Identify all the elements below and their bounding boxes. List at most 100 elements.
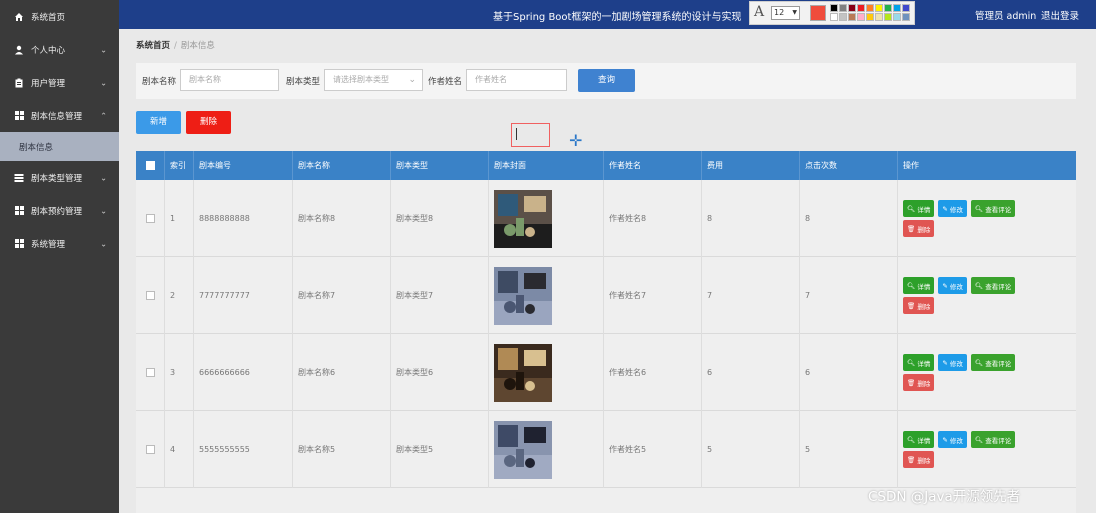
edit-button[interactable]: ✎ 修改 bbox=[938, 354, 967, 371]
remove-button[interactable]: 🗑︎ 删除 bbox=[903, 451, 935, 468]
color-swatch[interactable] bbox=[857, 4, 865, 12]
chevron-down-icon: ⌄ bbox=[100, 45, 107, 54]
detail-button-label: 详情 bbox=[917, 282, 931, 291]
view-reviews-button[interactable]: 🔍︎ 查看评论 bbox=[970, 200, 1016, 217]
detail-button[interactable]: 🔍︎ 详情 bbox=[903, 277, 935, 294]
sidebar-item-system-management[interactable]: 系统管理 ⌄ bbox=[0, 227, 119, 260]
color-swatch[interactable] bbox=[857, 13, 865, 21]
list-icon bbox=[14, 173, 24, 183]
sidebar-item-label: 用户管理 bbox=[31, 78, 66, 89]
script-cover-image[interactable] bbox=[494, 420, 552, 479]
script-type-select[interactable]: 请选择剧本类型 ⌄ bbox=[324, 69, 423, 91]
query-button[interactable]: 查询 bbox=[578, 69, 635, 92]
column-header[interactable]: 点击次数 bbox=[800, 151, 898, 180]
author-name-cell: 作者姓名7 bbox=[604, 257, 702, 334]
sidebar-item-personal-center[interactable]: 个人中心 ⌄ bbox=[0, 33, 119, 66]
script-cover-image[interactable] bbox=[494, 343, 552, 402]
script-cover-cell bbox=[489, 180, 604, 257]
row-checkbox[interactable] bbox=[145, 445, 155, 454]
font-size-select[interactable]: 12 ▼ bbox=[771, 6, 800, 20]
detail-button[interactable]: 🔍︎ 详情 bbox=[903, 431, 935, 448]
add-button[interactable]: 新增 bbox=[136, 111, 181, 134]
author-name-cell: 作者姓名5 bbox=[604, 411, 702, 488]
color-swatch[interactable] bbox=[830, 13, 838, 21]
color-swatch[interactable] bbox=[893, 13, 901, 21]
breadcrumb-home[interactable]: 系统首页 bbox=[136, 41, 170, 51]
row-checkbox[interactable] bbox=[145, 291, 155, 300]
trash-icon: 🗑︎ bbox=[907, 378, 916, 387]
column-header[interactable]: 剧本名称 bbox=[293, 151, 391, 180]
current-color-swatch[interactable] bbox=[810, 5, 826, 21]
color-swatch[interactable] bbox=[839, 13, 847, 21]
remove-button[interactable]: 🗑︎ 删除 bbox=[903, 297, 935, 314]
script-name-label: 剧本名称 bbox=[142, 77, 177, 87]
script-type-cell: 剧本类型6 bbox=[391, 334, 489, 411]
column-header[interactable]: 剧本封面 bbox=[489, 151, 604, 180]
sidebar: 系统首页 个人中心 ⌄ 用户管理 ⌄ 剧本信息管理 ⌃ 剧本信息 剧本类型管理 … bbox=[0, 0, 119, 513]
crosshair-cursor-icon: ✛ bbox=[569, 131, 583, 150]
color-swatch[interactable] bbox=[875, 13, 883, 21]
color-swatch[interactable] bbox=[848, 4, 856, 12]
detail-button[interactable]: 🔍︎ 详情 bbox=[903, 354, 935, 371]
color-swatch[interactable] bbox=[902, 13, 910, 21]
color-swatch[interactable] bbox=[866, 13, 874, 21]
column-header[interactable]: 索引 bbox=[165, 151, 194, 180]
view-reviews-button[interactable]: 🔍︎ 查看评论 bbox=[970, 277, 1016, 294]
sidebar-item-user-management[interactable]: 用户管理 ⌄ bbox=[0, 66, 119, 99]
row-select-cell bbox=[136, 180, 165, 257]
color-swatch[interactable] bbox=[830, 4, 838, 12]
detail-button[interactable]: 🔍︎ 详情 bbox=[903, 200, 935, 217]
view-reviews-button[interactable]: 🔍︎ 查看评论 bbox=[970, 431, 1016, 448]
view-reviews-button[interactable]: 🔍︎ 查看评论 bbox=[970, 354, 1016, 371]
script-name-cell: 剧本名称8 bbox=[293, 180, 391, 257]
sidebar-item-label: 个人中心 bbox=[31, 45, 66, 56]
color-swatch[interactable] bbox=[866, 4, 874, 12]
annotation-text-box[interactable] bbox=[511, 123, 550, 147]
current-user-label: 管理员 admin bbox=[975, 11, 1037, 22]
color-swatch[interactable] bbox=[893, 4, 901, 12]
detail-button-label: 详情 bbox=[917, 359, 931, 368]
search-bar: 剧本名称 剧本名称 剧本类型 请选择剧本类型 ⌄ 作者姓名 作者姓名 查询 bbox=[136, 63, 1076, 99]
script-name-input[interactable]: 剧本名称 bbox=[180, 69, 279, 91]
script-code-cell: 6666666666 bbox=[194, 334, 293, 411]
fee-cell: 8 bbox=[702, 180, 800, 257]
author-name-input[interactable]: 作者姓名 bbox=[466, 69, 567, 91]
table-body: 1 8888888888 剧本名称8 剧本类型8 作者姓名8 8 8 🔍︎ 详情 ✎ 修改 🔍︎ … bbox=[136, 180, 1076, 513]
row-checkbox[interactable] bbox=[145, 368, 155, 377]
color-palette bbox=[830, 4, 910, 21]
script-cover-image[interactable] bbox=[494, 189, 552, 248]
script-type-cell: 剧本类型8 bbox=[391, 180, 489, 257]
column-header[interactable]: 剧本编号 bbox=[194, 151, 293, 180]
sidebar-subitem-script-info[interactable]: 剧本信息 bbox=[0, 132, 119, 161]
logout-link[interactable]: 退出登录 bbox=[1041, 8, 1079, 22]
color-swatch[interactable] bbox=[848, 13, 856, 21]
sidebar-item-script-type-management[interactable]: 剧本类型管理 ⌄ bbox=[0, 161, 119, 194]
row-checkbox[interactable] bbox=[145, 214, 155, 223]
delete-button[interactable]: 删除 bbox=[186, 111, 231, 134]
edit-button[interactable]: ✎ 修改 bbox=[938, 277, 967, 294]
edit-button[interactable]: ✎ 修改 bbox=[938, 200, 967, 217]
color-swatch[interactable] bbox=[884, 13, 892, 21]
column-header[interactable]: 剧本类型 bbox=[391, 151, 489, 180]
color-swatch[interactable] bbox=[875, 4, 883, 12]
text-tool-icon[interactable]: A bbox=[754, 4, 764, 20]
font-size-value: 12 bbox=[774, 8, 785, 17]
script-cover-image[interactable] bbox=[494, 266, 552, 325]
sidebar-item-home[interactable]: 系统首页 bbox=[0, 0, 119, 33]
color-swatch[interactable] bbox=[839, 4, 847, 12]
script-type-label: 剧本类型 bbox=[286, 77, 321, 87]
color-swatch[interactable] bbox=[884, 4, 892, 12]
breadcrumb-current: 剧本信息 bbox=[180, 41, 215, 51]
sidebar-item-script-booking-management[interactable]: 剧本预约管理 ⌄ bbox=[0, 194, 119, 227]
color-swatch[interactable] bbox=[902, 4, 910, 12]
sidebar-item-script-info-management[interactable]: 剧本信息管理 ⌃ bbox=[0, 99, 119, 132]
remove-button[interactable]: 🗑︎ 删除 bbox=[903, 220, 935, 237]
detail-button-label: 详情 bbox=[917, 205, 931, 214]
search-icon: 🔍︎ bbox=[974, 358, 984, 367]
column-header[interactable]: 费用 bbox=[702, 151, 800, 180]
remove-button[interactable]: 🗑︎ 删除 bbox=[903, 374, 935, 391]
operations-cell: 🔍︎ 详情 ✎ 修改 🔍︎ 查看评论 🗑︎ 删除 bbox=[898, 180, 1076, 257]
column-header[interactable]: 作者姓名 bbox=[604, 151, 702, 180]
select-all-checkbox[interactable] bbox=[145, 161, 155, 170]
edit-button[interactable]: ✎ 修改 bbox=[938, 431, 967, 448]
